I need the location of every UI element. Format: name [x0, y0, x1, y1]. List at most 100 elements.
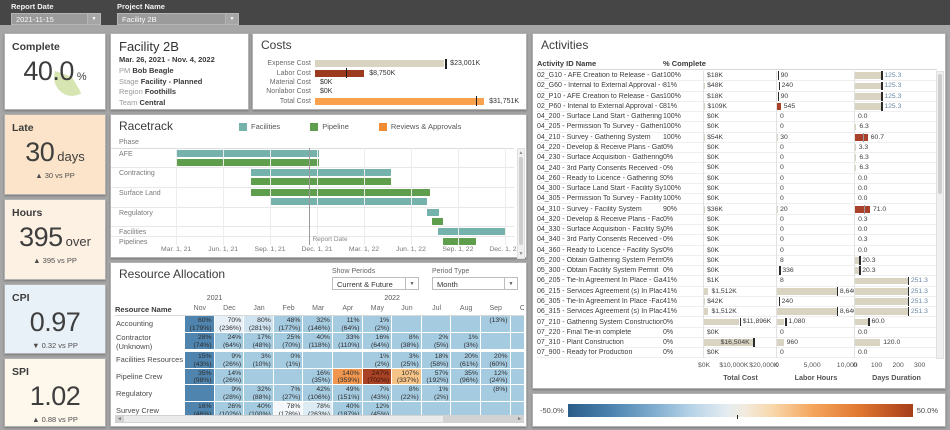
activity-row[interactable]: 04_360 - Ready to Licence - Facility Sys…	[537, 245, 937, 256]
activity-row[interactable]: 04_260 - Ready to Licence - Gathering Sy…	[537, 173, 937, 184]
days-bar[interactable]	[855, 205, 870, 213]
heatmap-cell[interactable]	[510, 351, 524, 369]
heatmap-cell[interactable]: 35% (98%)	[185, 368, 215, 386]
heatmap-cell[interactable]: 1% (2%)	[421, 385, 452, 403]
activity-row[interactable]: 06_215 - Services Agreement (s) In Place…	[537, 286, 937, 297]
heatmap-cell[interactable]	[392, 316, 422, 333]
cost-bar[interactable]	[315, 69, 365, 77]
heatmap-cell[interactable]: 40% (118%)	[303, 332, 333, 350]
gantt-bar[interactable]	[177, 159, 320, 166]
days-bar[interactable]	[855, 164, 857, 172]
gantt-bar[interactable]	[432, 218, 444, 225]
days-bar[interactable]	[855, 308, 908, 316]
heatmap-cell[interactable]	[480, 332, 511, 350]
hours-bar[interactable]	[777, 308, 837, 316]
heatmap-cell[interactable]: 140% (359%)	[332, 368, 363, 386]
period-type-select[interactable]: Month ▼	[432, 277, 518, 290]
heatmap-cell[interactable]	[273, 368, 304, 386]
heatmap-cell[interactable]: 32% (88%)	[244, 385, 274, 403]
gantt-bar[interactable]	[427, 209, 440, 216]
heatmap-cell[interactable]	[510, 385, 524, 403]
heatmap-cell[interactable]: 1% (2%)	[362, 316, 393, 333]
days-bar[interactable]	[855, 82, 882, 90]
activity-row[interactable]: 04_240 - 3rd Party Consents Received - G…	[537, 162, 937, 174]
heatmap-cell[interactable]: 9% (28%)	[214, 385, 245, 403]
activity-row[interactable]: 06_315 - Services Agreement (s) In Place…	[537, 306, 937, 318]
days-bar[interactable]	[855, 92, 882, 100]
heatmap-cell[interactable]: 7% (43%)	[362, 385, 393, 403]
heatmap-cell[interactable]: 20% (61%)	[451, 351, 481, 369]
scroll-up-icon[interactable]: ▲	[518, 150, 524, 156]
hours-bar[interactable]	[777, 103, 781, 110]
heatmap-cell[interactable]: 2% (5%)	[421, 332, 452, 350]
activity-row[interactable]: 04_305 - Permission To Survey - Facility…	[537, 193, 937, 205]
heatmap-cell[interactable]: 80% (281%)	[244, 316, 274, 333]
report-date-select[interactable]: 2021-11-15 ▼	[11, 13, 101, 25]
activity-row[interactable]: 04_210 - Survey - Gathering System 100% $5…	[537, 132, 937, 143]
activity-row[interactable]: 04_340 - 3rd Party Consents Received - F…	[537, 234, 937, 246]
heatmap-cell[interactable]	[303, 351, 333, 369]
heatmap-cell[interactable]: 3% (25%)	[392, 351, 422, 369]
heatmap-cell[interactable]	[421, 316, 452, 333]
scroll-thumb[interactable]	[938, 74, 942, 194]
heatmap-cell[interactable]: 12% (24%)	[480, 368, 511, 386]
hours-bar[interactable]	[777, 318, 785, 326]
heatmap-cell[interactable]: 17% (48%)	[244, 332, 274, 350]
activity-row[interactable]: 07_220 - Final Tie-in complete 0% $0K 0 0.0	[537, 327, 937, 338]
days-bar[interactable]	[855, 154, 857, 162]
days-bar[interactable]	[855, 103, 882, 110]
chevron-down-icon[interactable]: ▼	[225, 14, 238, 24]
scroll-left-icon[interactable]: ◄	[115, 415, 124, 423]
cost-bar[interactable]	[315, 60, 445, 68]
heatmap-cell[interactable]	[451, 385, 481, 403]
hours-bar[interactable]	[777, 339, 784, 346]
days-bar[interactable]	[855, 277, 908, 285]
activity-row[interactable]: 02_P60 - Intenal to External Approval - …	[537, 101, 937, 113]
heatmap-cell[interactable]: 8% (22%)	[392, 385, 422, 403]
gantt-bar[interactable]	[438, 228, 505, 235]
heatmap-cell[interactable]: 32% (146%)	[303, 316, 333, 333]
activity-row[interactable]: 04_300 - Surface Land Start - Facility S…	[537, 183, 937, 195]
heatmap-cell[interactable]: 9% (26%)	[214, 351, 245, 369]
cost-bar[interactable]	[704, 318, 740, 326]
heatmap-cell[interactable]: 247% (702%)	[362, 368, 393, 386]
activity-row[interactable]: 02_P10 - AFE Creation to Release - Gas P…	[537, 91, 937, 102]
heatmap-cell[interactable]: 8% (38%)	[392, 332, 422, 350]
scroll-thumb[interactable]	[124, 416, 444, 422]
scroll-down-icon[interactable]: ▼	[518, 251, 524, 257]
hours-bar[interactable]	[777, 287, 837, 295]
heatmap-cell[interactable]	[451, 316, 481, 333]
days-bar[interactable]	[855, 287, 908, 295]
activity-row[interactable]: 02_G60 - Internal to External Approval -…	[537, 80, 937, 92]
gantt-bar[interactable]	[271, 198, 428, 205]
gantt-bar[interactable]	[177, 150, 320, 157]
heatmap-cell[interactable]: 60% (179%)	[185, 316, 215, 333]
heatmap-cell[interactable]	[244, 368, 274, 386]
days-bar[interactable]	[855, 298, 908, 305]
heatmap-cell[interactable]	[332, 351, 363, 369]
scroll-thumb[interactable]	[519, 157, 523, 245]
heatmap-cell[interactable]: (8%)	[480, 385, 511, 403]
days-bar[interactable]	[855, 339, 881, 346]
activity-row[interactable]: 04_220 - Develop & Receive Plans - Gathe…	[537, 142, 937, 154]
gantt-bar[interactable]	[251, 178, 392, 185]
scroll-right-icon[interactable]: ►	[515, 415, 524, 423]
activity-row[interactable]: 04_310 - Survey - Facility System 90% $36K…	[537, 203, 937, 215]
heatmap-cell[interactable]: 14% (26%)	[214, 368, 245, 386]
heatmap-cell[interactable]: 24% (64%)	[214, 332, 245, 350]
activity-row[interactable]: 07_900 - Ready for Production 0% $0K 0 0.0	[537, 347, 937, 359]
activities-scrollbar[interactable]	[936, 71, 944, 359]
racetrack-scrollbar[interactable]: ▲ ▼	[517, 148, 525, 259]
heatmap-cell[interactable]: 16% (35%)	[303, 368, 333, 386]
chevron-down-icon[interactable]: ▼	[405, 278, 418, 289]
heatmap-cell[interactable]: 7% (27%)	[273, 385, 304, 403]
activity-row[interactable]: 05_200 - Obtain Gathering System Permit 0…	[537, 255, 937, 267]
activity-row[interactable]: 07_210 - Gathering System Construction 0%…	[537, 316, 937, 328]
heatmap-cell[interactable]: 25% (70%)	[273, 332, 304, 350]
activity-row[interactable]: 04_200 - Surface Land Start - Gathering …	[537, 111, 937, 123]
chevron-down-icon[interactable]: ▼	[87, 14, 100, 24]
heatmap-cell[interactable]: 42% (106%)	[303, 385, 333, 403]
heatmap-cell[interactable]: 18% (58%)	[421, 351, 452, 369]
heatmap-cell[interactable]	[510, 332, 524, 350]
cost-bar[interactable]	[704, 308, 709, 316]
